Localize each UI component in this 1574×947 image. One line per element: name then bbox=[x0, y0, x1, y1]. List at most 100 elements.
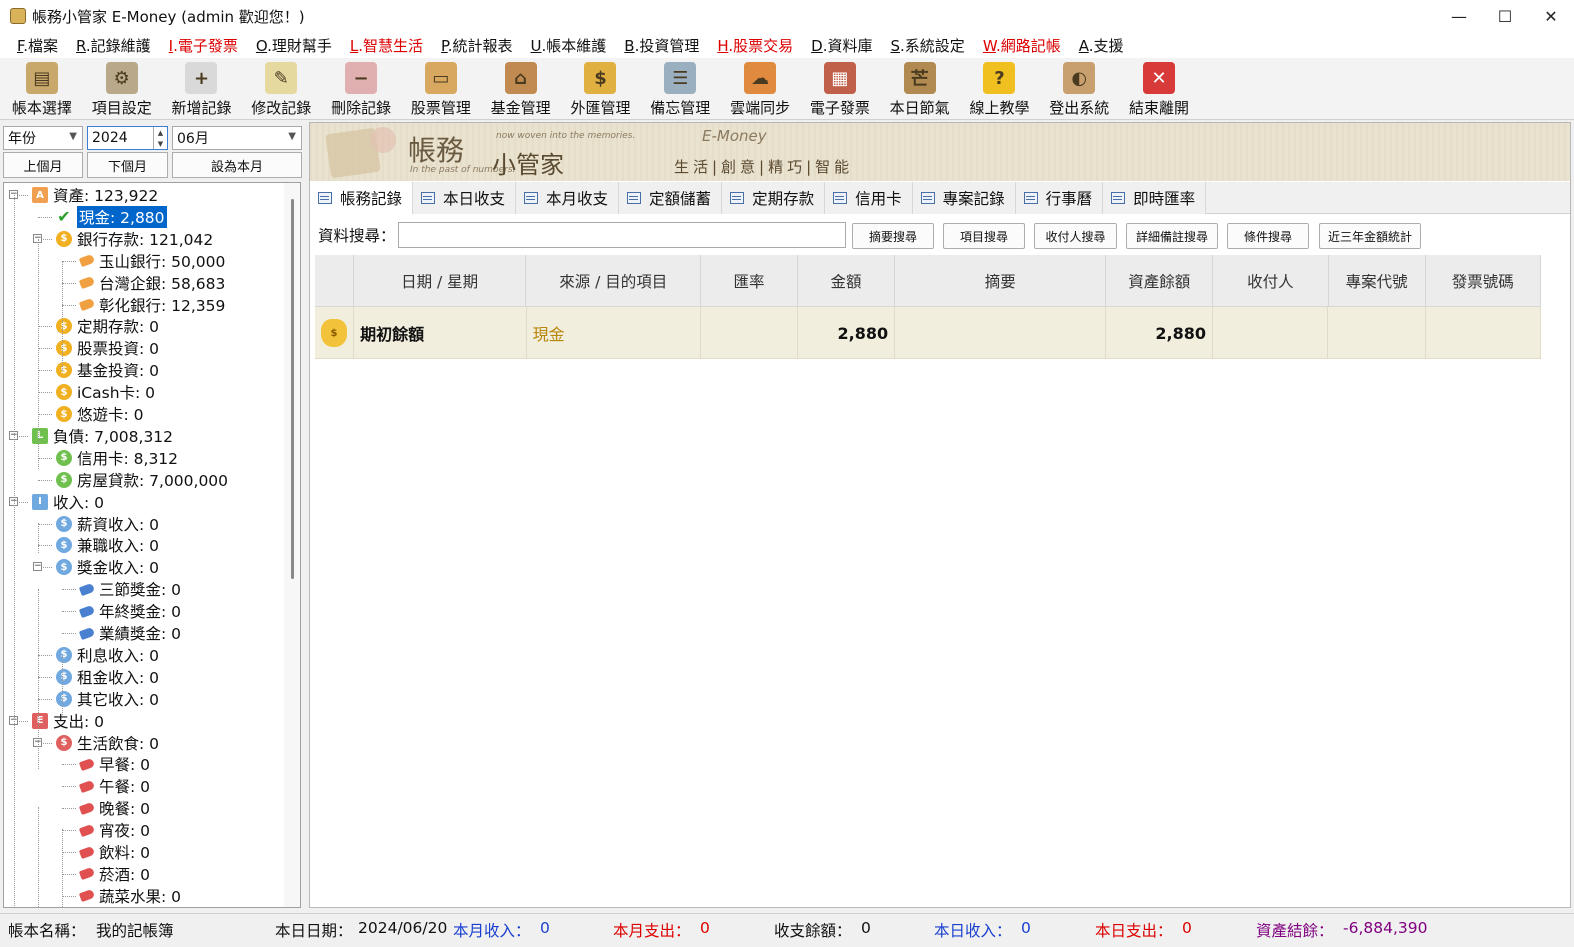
search-button[interactable]: 詳細備註搜尋 bbox=[1126, 223, 1218, 249]
column-header[interactable]: 匯率 bbox=[701, 255, 799, 307]
toolbar-button[interactable]: ▤ 帳本選擇 bbox=[2, 58, 82, 120]
column-header[interactable]: 摘要 bbox=[895, 255, 1107, 307]
column-header[interactable]: 來源 / 目的項目 bbox=[526, 255, 702, 307]
period-select[interactable]: 年份 ▼ bbox=[3, 126, 83, 150]
column-header[interactable]: 金額 bbox=[798, 255, 896, 307]
tree-scrollbar[interactable] bbox=[284, 183, 300, 907]
tree-item[interactable]: $ 其它收入: 0 bbox=[56, 688, 159, 710]
menu-item[interactable]: P.統計報表 bbox=[432, 35, 522, 56]
toolbar-button[interactable]: ? 線上教學 bbox=[960, 58, 1040, 120]
tree-item[interactable]: $ 定期存款: 0 bbox=[56, 315, 159, 337]
toolbar-button[interactable]: ⌂ 基金管理 bbox=[481, 58, 561, 120]
spinner-arrows-icon[interactable]: ▲ ▼ bbox=[153, 127, 167, 149]
tree-item[interactable]: A 資產: 123,922 bbox=[32, 184, 158, 206]
column-header[interactable]: 日期 / 星期 bbox=[354, 255, 527, 307]
menu-item[interactable]: R.記錄維護 bbox=[67, 35, 160, 56]
toolbar-button[interactable]: ☁ 雲端同步 bbox=[720, 58, 800, 120]
account-tree[interactable]: − A 資產: 123,922 ✔ 現金: 2,880− $ 銀行存款: 121,042 玉山… bbox=[3, 182, 301, 908]
toolbar-button[interactable]: ☰ 備忘管理 bbox=[640, 58, 720, 120]
column-header[interactable]: 資產餘額 bbox=[1106, 255, 1214, 307]
tree-item[interactable]: 早餐: 0 bbox=[78, 753, 150, 775]
tree-item[interactable]: 玉山銀行: 50,000 bbox=[78, 250, 225, 272]
tree-item[interactable]: 晚餐: 0 bbox=[78, 797, 150, 819]
toolbar-button[interactable]: ✕ 結束離開 bbox=[1119, 58, 1199, 120]
tree-item[interactable]: $ 基金投資: 0 bbox=[56, 359, 159, 381]
menu-item[interactable]: F.檔案 bbox=[8, 35, 67, 56]
toolbar-button[interactable]: $ 外匯管理 bbox=[561, 58, 641, 120]
tab-item[interactable]: 定期存款 bbox=[722, 182, 826, 214]
toolbar-button[interactable]: − 刪除記錄 bbox=[321, 58, 401, 120]
toolbar-button[interactable]: ⚙ 項目設定 bbox=[82, 58, 162, 120]
maximize-button[interactable]: ☐ bbox=[1482, 0, 1528, 32]
minimize-button[interactable]: — bbox=[1436, 0, 1482, 32]
search-button[interactable]: 收付人搜尋 bbox=[1034, 223, 1117, 249]
scroll-thumb[interactable] bbox=[291, 199, 294, 579]
column-header[interactable]: 收付人 bbox=[1213, 255, 1329, 307]
tree-item[interactable]: $ 利息收入: 0 bbox=[56, 644, 159, 666]
tree-item[interactable]: $ 股票投資: 0 bbox=[56, 337, 159, 359]
tree-item[interactable]: ✔ 現金: 2,880 bbox=[56, 205, 167, 228]
close-button[interactable]: ✕ bbox=[1528, 0, 1574, 32]
search-button[interactable]: 摘要搜尋 bbox=[852, 223, 934, 249]
toolbar-button[interactable]: ▦ 電子發票 bbox=[800, 58, 880, 120]
column-header[interactable] bbox=[315, 255, 354, 307]
tree-item[interactable]: $ 薪資收入: 0 bbox=[56, 513, 159, 535]
prev-month-button[interactable]: 上個月 bbox=[3, 152, 83, 178]
tree-item[interactable]: $ 信用卡: 8,312 bbox=[56, 447, 178, 469]
toolbar-button[interactable]: 芒本日節氣 bbox=[880, 58, 960, 120]
column-header[interactable]: 專案代號 bbox=[1329, 255, 1426, 307]
tree-item[interactable]: 菸酒: 0 bbox=[78, 863, 150, 885]
set-current-month-button[interactable]: 設為本月 bbox=[172, 152, 302, 178]
menu-item[interactable]: O.理財幫手 bbox=[247, 35, 341, 56]
column-header[interactable]: 發票號碼 bbox=[1426, 255, 1541, 307]
tree-item[interactable]: $ 房屋貸款: 7,000,000 bbox=[56, 469, 228, 491]
month-select[interactable]: 06月 ▼ bbox=[172, 126, 302, 150]
tree-item[interactable]: 飲料: 0 bbox=[78, 841, 150, 863]
tree-item[interactable]: $ 兼職收入: 0 bbox=[56, 534, 159, 556]
tree-item[interactable]: $ 生活飲食: 0 bbox=[56, 732, 159, 754]
tree-item[interactable]: 宵夜: 0 bbox=[78, 819, 150, 841]
tree-item[interactable]: $ 獎金收入: 0 bbox=[56, 556, 159, 578]
menu-item[interactable]: A.支援 bbox=[1070, 35, 1133, 56]
menu-item[interactable]: U.帳本維護 bbox=[522, 35, 616, 56]
tree-item[interactable]: $ 悠遊卡: 0 bbox=[56, 403, 144, 425]
tree-item[interactable]: 業績獎金: 0 bbox=[78, 622, 181, 644]
tab-item[interactable]: 帳務記錄 bbox=[310, 182, 414, 214]
expand-toggle-icon[interactable]: − bbox=[33, 562, 42, 572]
tree-item[interactable]: L 負債: 7,008,312 bbox=[32, 425, 173, 447]
tab-item[interactable]: 即時匯率 bbox=[1103, 182, 1207, 214]
toolbar-button[interactable]: + 新增記錄 bbox=[162, 58, 242, 120]
search-input[interactable] bbox=[398, 222, 846, 248]
tree-item[interactable]: 蔬菜水果: 0 bbox=[78, 885, 181, 907]
menu-item[interactable]: I.電子發票 bbox=[160, 35, 247, 56]
tab-item[interactable]: 信用卡 bbox=[825, 182, 913, 214]
year-spinner[interactable]: 2024 ▲ ▼ bbox=[87, 126, 168, 150]
menu-item[interactable]: L.智慧生活 bbox=[341, 35, 432, 56]
menu-item[interactable]: D.資料庫 bbox=[802, 35, 881, 56]
menu-item[interactable]: W.網路記帳 bbox=[974, 35, 1070, 56]
tree-item[interactable]: $ iCash卡: 0 bbox=[56, 381, 155, 403]
tree-item[interactable]: I 收入: 0 bbox=[32, 491, 104, 513]
tree-item[interactable]: 台灣企銀: 58,683 bbox=[78, 272, 225, 294]
tab-item[interactable]: 行事曆 bbox=[1015, 182, 1104, 214]
tree-item[interactable]: 三節獎金: 0 bbox=[78, 578, 181, 600]
toolbar-button[interactable]: ▭ 股票管理 bbox=[401, 58, 481, 120]
tab-item[interactable]: 專案記錄 bbox=[912, 182, 1016, 214]
tree-item[interactable]: E 支出: 0 bbox=[32, 710, 104, 732]
search-button[interactable]: 項目搜尋 bbox=[943, 223, 1025, 249]
menu-item[interactable]: H.股票交易 bbox=[708, 35, 802, 56]
tree-item[interactable]: 午餐: 0 bbox=[78, 775, 150, 797]
tab-item[interactable]: 本日收支 bbox=[413, 182, 517, 214]
search-button[interactable]: 近三年金額統計 bbox=[1319, 223, 1421, 249]
tree-item[interactable]: 年終獎金: 0 bbox=[78, 600, 181, 622]
menu-item[interactable]: S.系統設定 bbox=[882, 35, 974, 56]
toolbar-button[interactable]: ◐ 登出系統 bbox=[1039, 58, 1119, 120]
tree-item[interactable]: 彰化銀行: 12,359 bbox=[78, 294, 225, 316]
tab-item[interactable]: 定額儲蓄 bbox=[619, 182, 723, 214]
search-button[interactable]: 條件搜尋 bbox=[1227, 223, 1309, 249]
tab-item[interactable]: 本月收支 bbox=[516, 182, 620, 214]
menu-item[interactable]: B.投資管理 bbox=[615, 35, 708, 56]
tree-item[interactable]: $ 租金收入: 0 bbox=[56, 666, 159, 688]
toolbar-button[interactable]: ✎ 修改記錄 bbox=[241, 58, 321, 120]
tree-item[interactable]: $ 銀行存款: 121,042 bbox=[56, 228, 213, 250]
